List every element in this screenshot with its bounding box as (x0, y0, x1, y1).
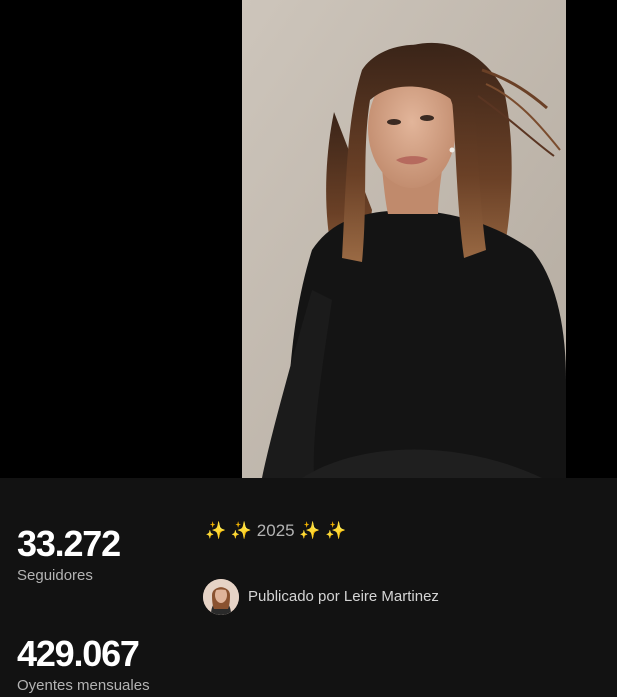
followers-label: Seguidores (17, 567, 93, 584)
monthly-listeners-label: Oyentes mensuales (17, 677, 150, 694)
author-avatar[interactable] (203, 579, 239, 615)
artist-portrait-image (242, 0, 566, 478)
posted-by-label[interactable]: Publicado por Leire Martinez (248, 587, 439, 607)
posted-by-link[interactable]: Publicado por Leire Martinez (203, 579, 439, 615)
followers-stat: 33.272 Seguidores (17, 523, 121, 586)
artist-bio: ✨ ✨ 2025 ✨ ✨ (205, 521, 347, 540)
followers-count: 33.272 (17, 523, 121, 564)
artist-photo (242, 0, 566, 478)
about-panel: 33.272 Seguidores 429.067 Oyentes mensua… (0, 478, 617, 697)
monthly-listeners-stat: 429.067 Oyentes mensuales (17, 634, 150, 696)
author-avatar-image (203, 579, 239, 615)
monthly-listeners-count: 429.067 (17, 633, 140, 674)
artist-hero (0, 0, 617, 478)
